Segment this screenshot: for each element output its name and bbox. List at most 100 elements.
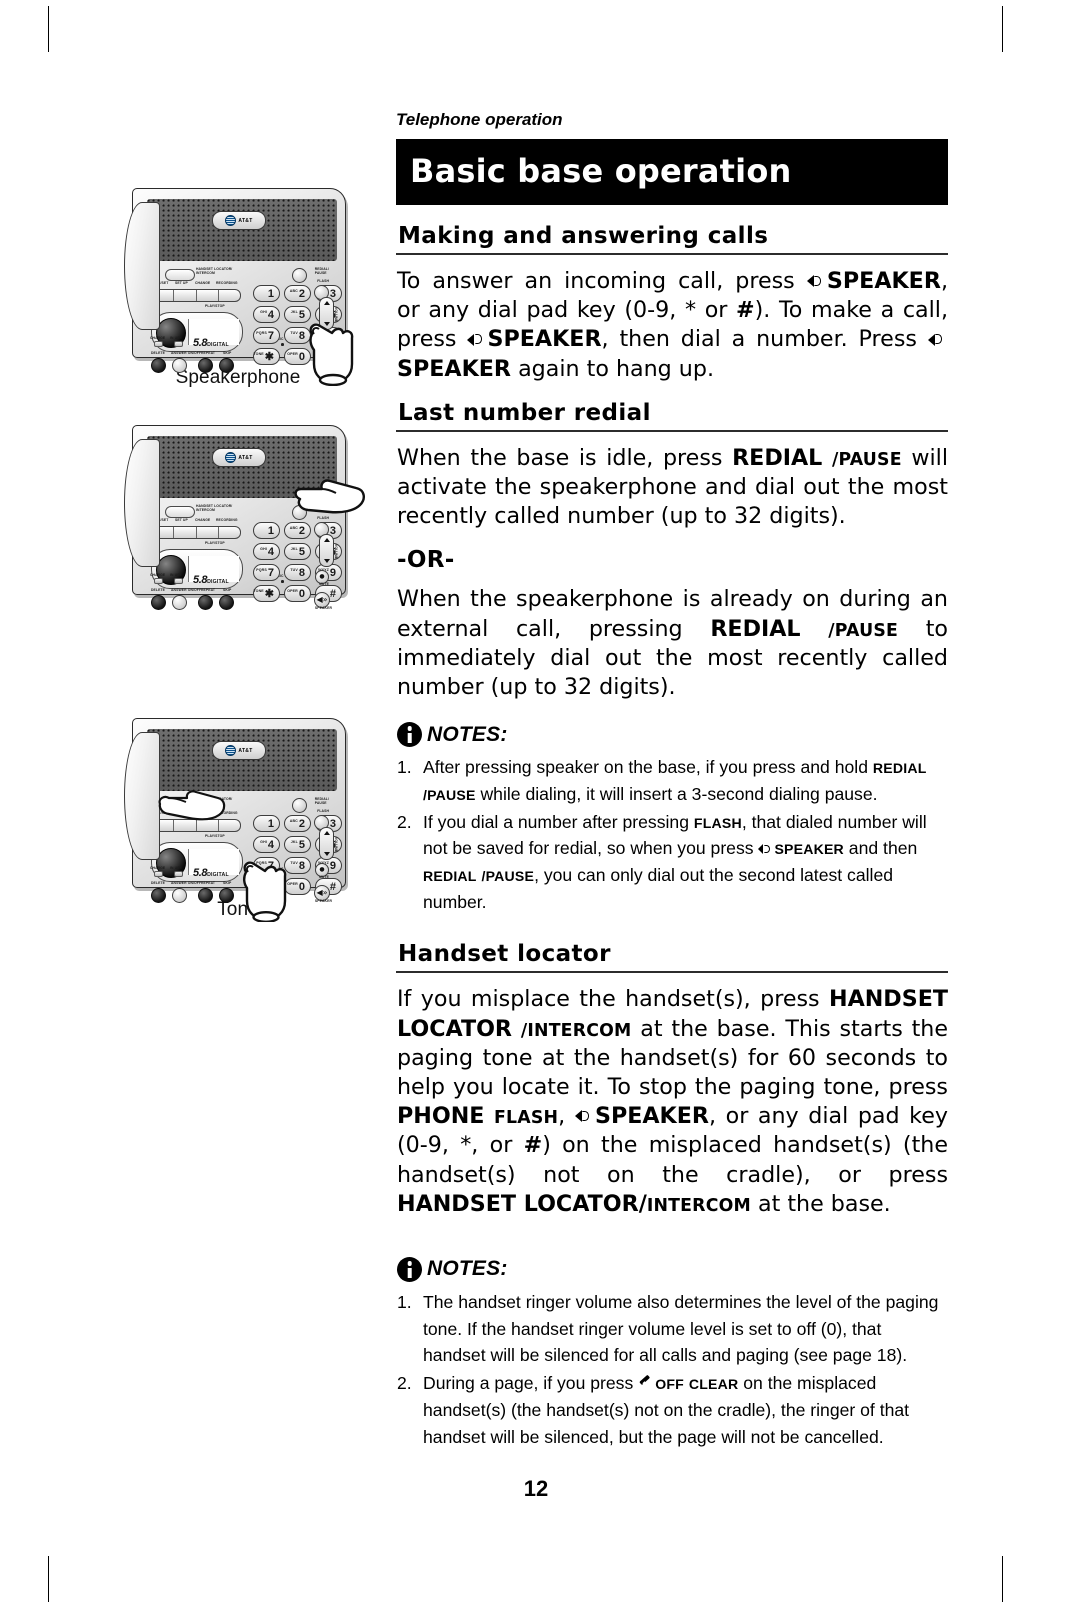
phone-base-illustration-2: AT&T HANDSET LOCATOR/ INTERCOM REDIAL/ P… <box>124 417 365 610</box>
text-run: If you dial a number after pressing <box>423 811 694 832</box>
redial-pause-button[interactable] <box>292 268 307 283</box>
att-logo: AT&T <box>212 741 266 760</box>
keyword: REDIAL <box>710 615 801 642</box>
key-5[interactable]: JKL 5 <box>284 836 311 853</box>
key-2[interactable]: ABC 2 <box>284 285 311 302</box>
delete-button[interactable] <box>151 595 166 610</box>
handset-locator-button[interactable] <box>165 269 195 281</box>
brand-label: 5.8DIGITAL <box>193 337 229 349</box>
answer-onoff-label: ANSWER ON/OFF <box>171 351 202 355</box>
charge-label: CHARGE <box>150 866 166 871</box>
repeat-button[interactable] <box>198 358 213 373</box>
volume-rocker[interactable] <box>319 534 334 567</box>
keyword-small: /PAUSE <box>831 449 902 470</box>
att-logo-text: AT&T <box>238 454 253 461</box>
skip-button[interactable] <box>219 595 234 610</box>
key-1[interactable]: 1 <box>253 522 280 539</box>
skip-button[interactable] <box>219 888 234 903</box>
figure-redial: AT&T HANDSET LOCATOR/ INTERCOM REDIAL/ P… <box>108 417 368 610</box>
note-text: If you dial a number after pressing FLAS… <box>423 812 927 912</box>
key-4[interactable]: GHI 4 <box>253 836 280 853</box>
note-number: 1. <box>397 1291 412 1312</box>
notes-list: 1. After pressing speaker on the base, i… <box>397 754 948 915</box>
repeat-button[interactable] <box>198 595 213 610</box>
key-2[interactable]: ABC 2 <box>284 815 311 832</box>
speaker-icon <box>758 842 773 855</box>
volume-up-icon <box>323 831 330 835</box>
key-8[interactable]: TUV 8 <box>284 564 311 581</box>
keyword: SPEAKER <box>594 1103 709 1130</box>
key-7[interactable]: PQRS 7 <box>253 564 280 581</box>
in-use-led <box>174 578 183 584</box>
function-button-row[interactable] <box>151 526 241 539</box>
setup-label: SET UP <box>175 281 188 285</box>
keyword: # <box>523 1132 543 1159</box>
key-star[interactable]: TONE✱ <box>253 585 280 602</box>
heading-rule <box>396 429 948 432</box>
text-run <box>484 1103 494 1129</box>
key-1[interactable]: 1 <box>253 815 280 832</box>
figure-speakerphone: AT&T HANDSET LOCATOR/ INTERCOM REDIAL/ P… <box>108 180 368 389</box>
note-number: 1. <box>397 757 412 778</box>
change-label: CHANGE <box>195 281 211 285</box>
key-4[interactable]: GHI 4 <box>253 543 280 560</box>
keyword-small: INTERCOM <box>646 1195 751 1216</box>
notes-list: 1. The handset ringer volume also determ… <box>397 1289 948 1450</box>
text-run: The handset ringer volume also determine… <box>423 1291 939 1366</box>
repeat-label: REPEAT <box>201 881 216 885</box>
handset-cradle <box>124 439 160 567</box>
key-0[interactable]: OPER 0 <box>284 585 311 602</box>
answer-onoff-button[interactable] <box>172 358 187 373</box>
key-7[interactable]: PQRS 7 <box>253 327 280 344</box>
key-2[interactable]: ABC 2 <box>284 522 311 539</box>
volume-rocker[interactable] <box>319 827 334 860</box>
notes-header: NOTES: <box>397 722 948 748</box>
key-4[interactable]: GHI 4 <box>253 306 280 323</box>
answer-onoff-button[interactable] <box>172 888 187 903</box>
text-run <box>822 445 832 471</box>
flash-label: FLASH <box>317 809 329 813</box>
att-globe-icon <box>225 745 237 756</box>
info-icon <box>397 1256 422 1282</box>
paragraph-handset-locator: If you misplace the handset(s), press HA… <box>397 985 948 1219</box>
info-icon <box>397 722 422 748</box>
key-1[interactable]: 1 <box>253 285 280 302</box>
play-stop-label: PLAY/STOP <box>205 834 225 838</box>
repeat-button[interactable] <box>198 888 213 903</box>
pointing-hand-tone-key <box>236 852 290 922</box>
volume-up-icon <box>323 538 330 542</box>
notes-title: NOTES: <box>427 722 508 746</box>
charge-led <box>154 341 163 347</box>
repeat-label: REPEAT <box>201 351 216 355</box>
handset-locator-button[interactable] <box>165 506 195 518</box>
keyword: REDIAL <box>732 444 823 471</box>
redial-pause-button[interactable] <box>292 798 307 813</box>
manual-page: AT&T HANDSET LOCATOR/ INTERCOM REDIAL/ P… <box>0 0 1080 1612</box>
speaker-icon <box>806 273 826 289</box>
in-use-label: IN USE <box>170 866 182 871</box>
note-item: 1. After pressing speaker on the base, i… <box>397 754 948 807</box>
in-use-led <box>174 341 183 347</box>
answer-onoff-button[interactable] <box>172 595 187 610</box>
text-run: To answer an incoming call, press <box>397 268 807 294</box>
mute-label: MUTE <box>318 582 329 586</box>
delete-button[interactable] <box>151 888 166 903</box>
delete-button[interactable] <box>151 358 166 373</box>
skip-button[interactable] <box>219 358 234 373</box>
function-button-row[interactable] <box>151 289 241 302</box>
keyword-small: FLASH <box>494 1108 559 1129</box>
text-run: while dialing, it will insert a 3-second… <box>475 783 878 804</box>
answer-onoff-label: ANSWER ON/OFF <box>171 881 202 885</box>
in-use-label: IN USE <box>170 573 182 578</box>
paragraph-last-number-redial-alt: When the speakerphone is already on duri… <box>397 585 948 702</box>
text-run: When the base is idle, press <box>397 444 733 471</box>
mute-label: MUTE <box>318 875 329 879</box>
charge-label: CHARGE <box>150 336 166 341</box>
pointing-hand-speaker <box>302 312 358 386</box>
play-stop-label: PLAY/STOP <box>205 304 225 308</box>
key-star[interactable]: TONE✱ <box>253 348 280 365</box>
keyword-small: /PAUSE <box>423 786 476 803</box>
mute-dot-icon: ● <box>319 573 325 580</box>
key-5[interactable]: JKL 5 <box>284 543 311 560</box>
pointing-hand-redial <box>288 479 368 523</box>
